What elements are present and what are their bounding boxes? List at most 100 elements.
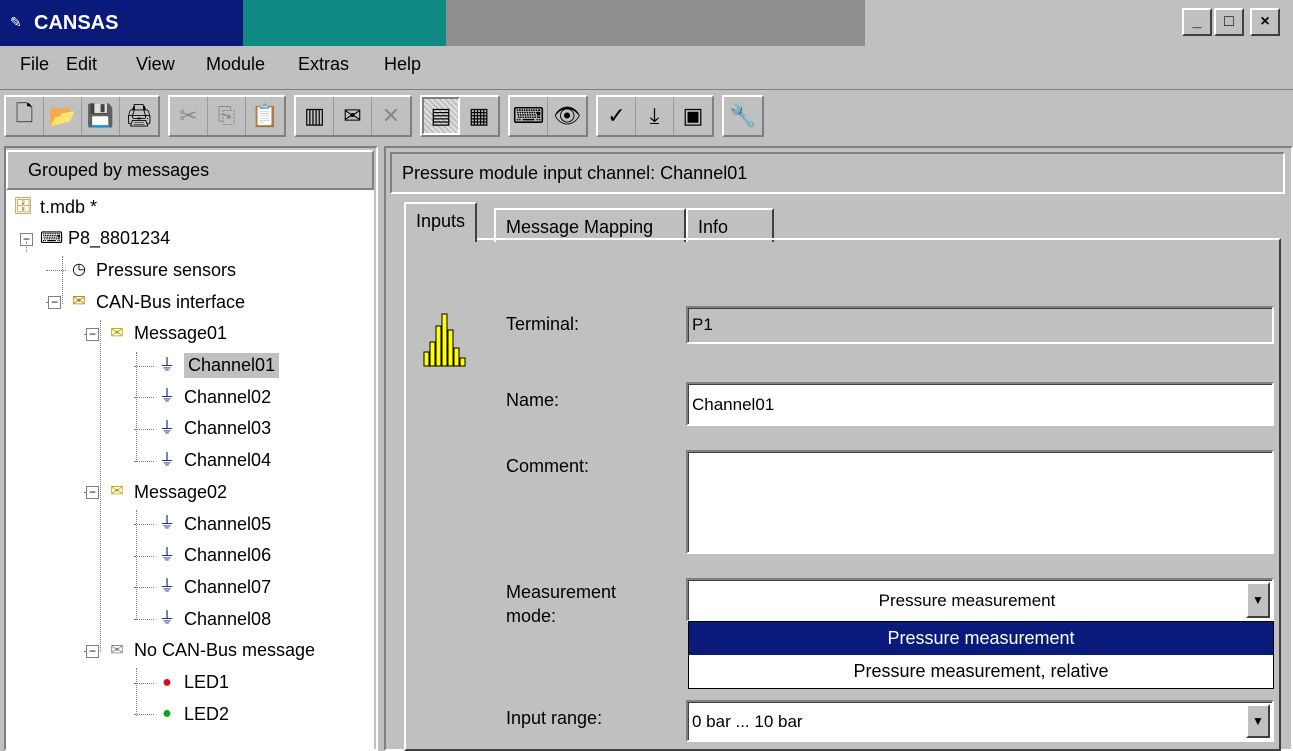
led-red-icon: ● — [162, 673, 172, 691]
tree-item[interactable]: ◷ Pressure sensors — [68, 255, 236, 285]
name-label: Name: — [506, 390, 560, 410]
tree-item[interactable]: ⏚ Channel01 — [156, 351, 280, 381]
menu-extras[interactable]: Extras — [298, 54, 349, 75]
minimize-button[interactable]: _ — [1182, 8, 1212, 36]
tree-item-label: Channel02 — [184, 386, 272, 407]
check-icon[interactable]: ✓ — [598, 97, 636, 135]
tree-item[interactable]: ⏚ Channel06 — [156, 541, 271, 571]
tree-connector — [136, 668, 137, 716]
tree-item[interactable]: ⏚ Channel02 — [156, 382, 271, 412]
input-range-value: 0 bar ... 10 bar — [692, 712, 803, 731]
tree-item[interactable]: ✉ Message02 — [106, 477, 227, 507]
envelope-icon: ✉ — [110, 324, 124, 342]
tab-info[interactable]: Info — [686, 208, 774, 242]
add-channel-icon[interactable]: ▥ — [296, 97, 334, 135]
tree-item[interactable]: ⏚ Channel05 — [156, 509, 271, 539]
toolbar-group: ✂ ⎘ 📋 — [168, 95, 286, 137]
cut-icon[interactable]: ✂ — [170, 97, 208, 135]
tree-connector — [136, 352, 137, 462]
tab-inputs[interactable]: Inputs — [404, 202, 478, 242]
print-icon[interactable]: 🖨 — [120, 97, 158, 135]
tree-item[interactable]: ⏚ Channel03 — [156, 414, 271, 444]
tree-item[interactable]: ✉ CAN-Bus interface — [68, 287, 245, 317]
tree-item[interactable]: ⏚ Channel04 — [156, 446, 271, 476]
tree-item[interactable]: ⏚ Channel08 — [156, 604, 271, 634]
tree-connector — [134, 714, 154, 716]
menu-help[interactable]: Help — [384, 54, 421, 75]
can-bus-icon: ✉ — [72, 293, 86, 311]
search-icon[interactable]: 👁 — [548, 97, 586, 135]
input-range-select[interactable]: 0 bar ... 10 bar ▼ — [686, 700, 1274, 742]
measurement-mode-label-line2: mode: — [506, 606, 557, 626]
menu-bar: File Edit View Module Extras Help — [0, 46, 1293, 90]
tree-item-label: Pressure sensors — [96, 259, 237, 280]
menu-file[interactable]: File — [20, 54, 49, 75]
download-icon[interactable]: ⤓ — [636, 97, 674, 135]
display-icon[interactable]: ▣ — [674, 97, 712, 135]
tree-item-label: Channel03 — [184, 418, 272, 439]
group-by-channels-icon[interactable]: ▦ — [460, 97, 498, 135]
wrench-icon[interactable]: 🔧 — [724, 97, 762, 135]
group-by-messages-icon[interactable]: ▤ — [422, 97, 460, 135]
project-tree[interactable]: 🗄 t.mdb * ⌨ P8_8801234 − ◷ Pressure sensors ✉ CA… — [6, 190, 374, 751]
title-bar[interactable] — [0, 0, 1293, 46]
new-file-icon[interactable]: 🗋 — [6, 97, 44, 135]
tree-item[interactable]: ⌨ P8_8801234 — [40, 224, 170, 254]
tree-connector — [84, 650, 86, 652]
measurement-mode-label-line1: Measurement — [506, 582, 617, 602]
tree-item[interactable]: ● LED2 — [156, 699, 229, 729]
name-field[interactable]: Channel01 — [686, 382, 1274, 426]
terminal-field: P1 — [686, 306, 1274, 344]
copy-icon[interactable]: ⎘ — [208, 97, 246, 135]
toolbar-group: ▥ ✉ ✕ — [294, 95, 412, 137]
menu-module[interactable]: Module — [206, 54, 265, 75]
close-button[interactable]: × — [1250, 8, 1280, 36]
menu-view[interactable]: View — [136, 54, 175, 75]
add-message-icon[interactable]: ✉ — [334, 97, 372, 135]
tree-item-label: LED1 — [184, 672, 230, 692]
terminal-label: Terminal: — [506, 314, 580, 334]
envelope-icon: ✉ — [110, 483, 124, 501]
gauge-icon: ◷ — [72, 261, 86, 279]
collapse-icon[interactable]: − — [86, 327, 99, 341]
dropdown-option[interactable]: Pressure measurement — [689, 622, 1273, 655]
paste-icon[interactable]: 📋 — [246, 97, 284, 135]
tree-item[interactable]: ✉ Message01 — [106, 319, 227, 349]
tree-connector — [134, 619, 154, 621]
tree-connector — [134, 524, 154, 525]
tree-item[interactable]: 🗄 t.mdb * — [12, 192, 97, 222]
module-icon[interactable]: ⌨ — [510, 97, 548, 135]
tree-connector — [134, 460, 154, 462]
measurement-mode-dropdown: Pressure measurement Pressure measuremen… — [688, 621, 1274, 689]
chevron-down-icon[interactable]: ▼ — [1246, 704, 1270, 738]
tree-item[interactable]: ● LED1 — [156, 668, 229, 698]
maximize-button[interactable]: □ — [1214, 8, 1244, 36]
tree-header: Grouped by messages — [6, 150, 374, 190]
tree-item[interactable]: ⏚ Channel07 — [156, 572, 271, 602]
no-message-icon: ✉ — [110, 641, 124, 659]
tab-message-mapping[interactable]: Message Mapping — [494, 208, 686, 242]
led-green-icon: ● — [162, 705, 172, 723]
collapse-icon[interactable]: − — [86, 644, 99, 658]
tree-item[interactable]: ✉ No CAN-Bus message — [106, 636, 315, 666]
menu-edit[interactable]: Edit — [66, 54, 97, 75]
tree-item-label: LED2 — [184, 703, 230, 724]
tree-connector — [134, 397, 154, 399]
cansas-app-icon[interactable]: ✎ — [10, 14, 30, 30]
collapse-icon[interactable]: − — [86, 486, 99, 500]
tree-item-label: Channel04 — [184, 450, 272, 471]
toolbar-group: ▤ ▦ — [420, 95, 500, 137]
measurement-mode-select[interactable]: Pressure measurement ▼ — [686, 578, 1274, 622]
tree-connector — [134, 555, 154, 557]
tree-connector — [62, 256, 63, 304]
save-icon[interactable]: 💾 — [82, 97, 120, 135]
open-folder-icon[interactable]: 📂 — [44, 97, 82, 135]
dropdown-option[interactable]: Pressure measurement, relative — [689, 655, 1273, 688]
collapse-icon[interactable]: − — [48, 296, 61, 310]
delete-icon[interactable]: ✕ — [372, 97, 410, 135]
chevron-down-icon[interactable]: ▼ — [1246, 582, 1270, 618]
tree-connector — [100, 320, 101, 652]
comment-field[interactable] — [686, 450, 1274, 554]
tree-connector — [46, 302, 48, 304]
tree-item-label: Message01 — [134, 323, 228, 344]
